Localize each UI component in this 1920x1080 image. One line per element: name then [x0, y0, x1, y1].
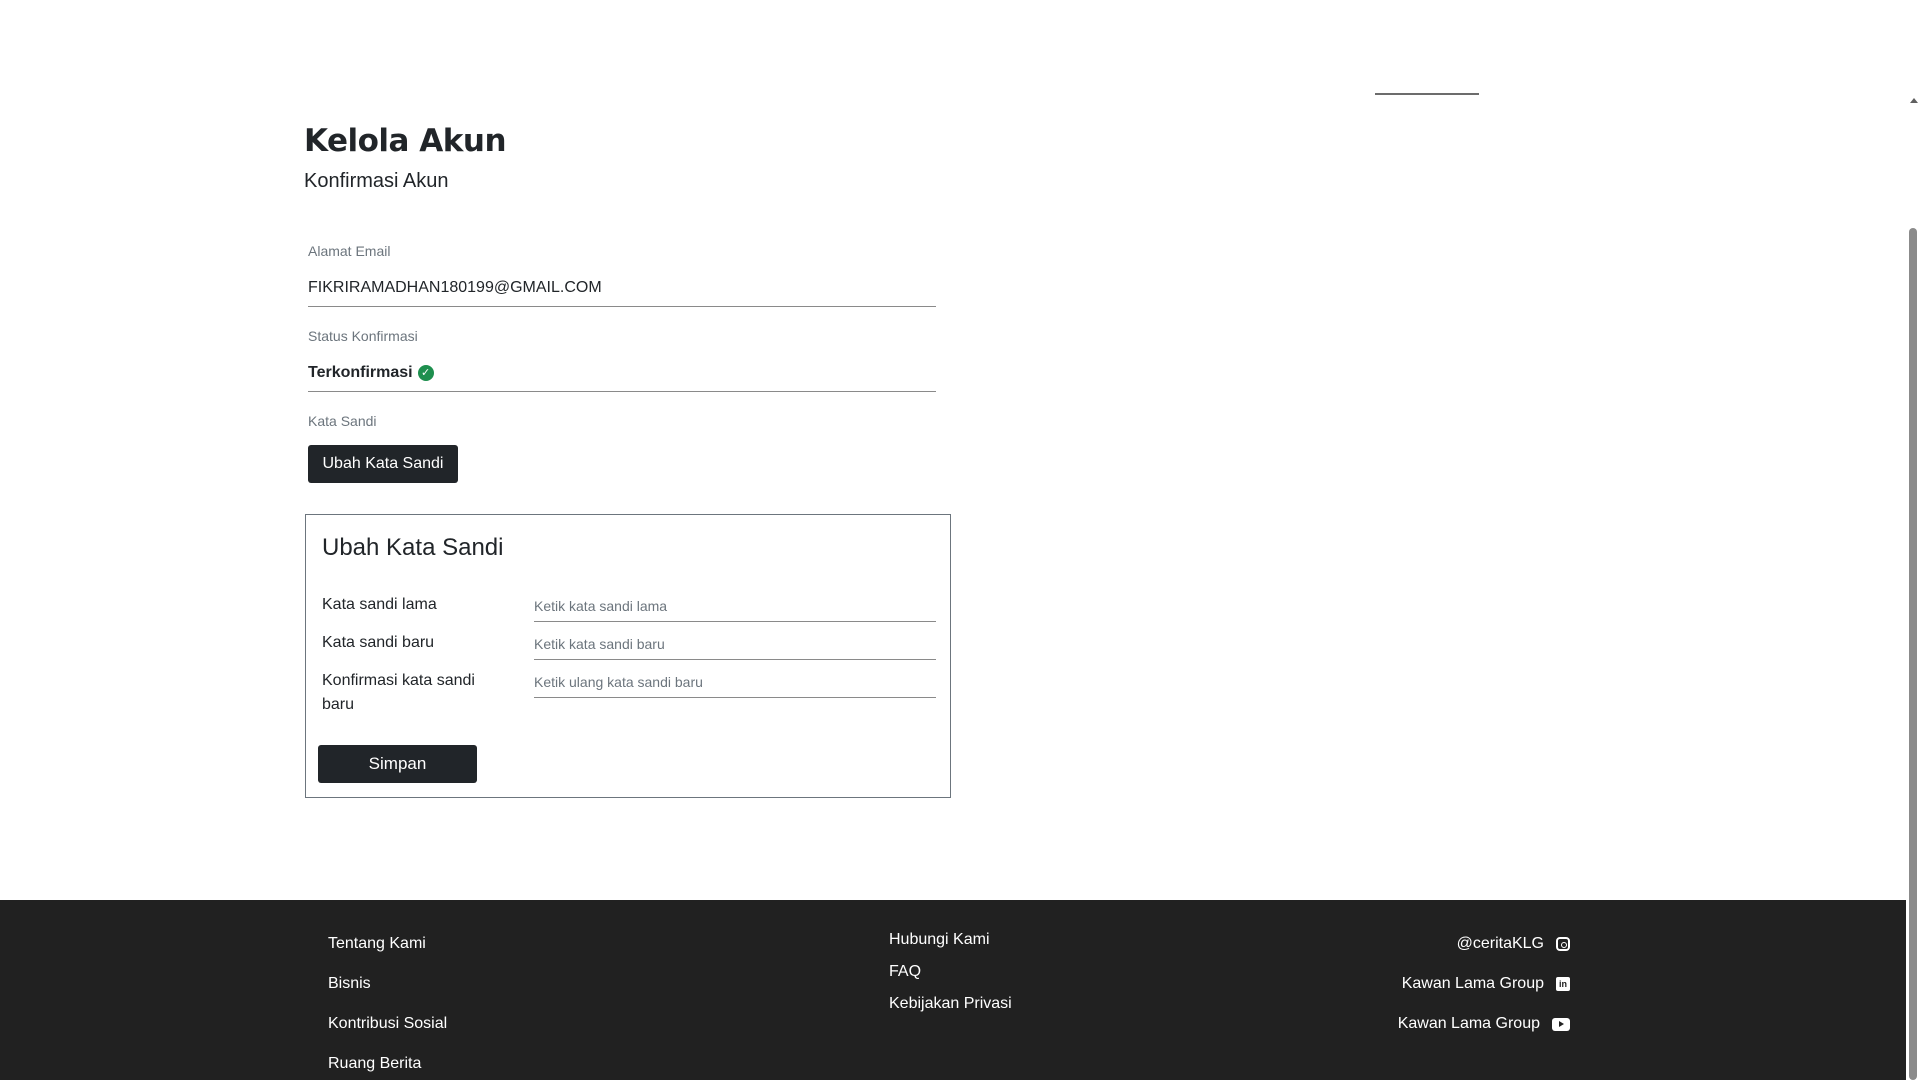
- confirm-password-input[interactable]: [534, 667, 936, 698]
- footer-link-business[interactable]: Bisnis: [328, 974, 447, 994]
- footer-link-instagram[interactable]: @ceritaKLG: [1398, 934, 1570, 954]
- status-text: Terkonfirmasi: [308, 364, 413, 381]
- footer-link-privacy[interactable]: Kebijakan Privasi: [889, 994, 1012, 1014]
- scrollbar-thumb[interactable]: [1909, 228, 1917, 1080]
- new-password-input[interactable]: [534, 629, 936, 660]
- footer-link-about[interactable]: Tentang Kami: [328, 934, 447, 954]
- youtube-label: Kawan Lama Group: [1397, 1015, 1540, 1032]
- linkedin-icon: in: [1556, 977, 1570, 991]
- footer-link-faq[interactable]: FAQ: [889, 962, 1012, 982]
- footer: Tentang Kami Bisnis Kontribusi Sosial Ru…: [0, 900, 1906, 1080]
- linkedin-label: Kawan Lama Group: [1401, 975, 1544, 992]
- header-divider: [1375, 93, 1479, 95]
- footer-link-newsroom[interactable]: Ruang Berita: [328, 1054, 447, 1074]
- page-title: Kelola Akun: [304, 123, 507, 159]
- change-password-button[interactable]: Ubah Kata Sandi: [308, 445, 458, 483]
- scrollbar[interactable]: [1906, 0, 1920, 1080]
- instagram-label: @ceritaKLG: [1456, 935, 1544, 952]
- old-password-label: Kata sandi lama: [322, 596, 437, 613]
- status-label: Status Konfirmasi: [308, 328, 418, 344]
- check-circle-icon: ✓: [417, 365, 434, 381]
- page: Kelola Akun Konfirmasi Akun Alamat Email…: [0, 0, 1920, 1080]
- change-password-title: Ubah Kata Sandi: [322, 534, 504, 561]
- footer-link-social-contribution[interactable]: Kontribusi Sosial: [328, 1014, 447, 1034]
- status-value: Terkonfirmasi ✓: [308, 361, 936, 392]
- page-subtitle: Konfirmasi Akun: [304, 170, 449, 192]
- footer-column-support: Hubungi Kami FAQ Kebijakan Privasi: [889, 930, 1012, 1026]
- save-button[interactable]: Simpan: [318, 745, 477, 783]
- instagram-icon: [1556, 937, 1570, 951]
- scroll-up-icon[interactable]: [1910, 98, 1918, 103]
- status-field: Status Konfirmasi Terkonfirmasi ✓: [308, 327, 936, 392]
- youtube-icon: [1552, 1017, 1570, 1031]
- old-password-input[interactable]: [534, 591, 936, 622]
- new-password-label: Kata sandi baru: [322, 634, 435, 651]
- footer-link-contact[interactable]: Hubungi Kami: [889, 930, 1012, 950]
- email-label: Alamat Email: [308, 243, 391, 259]
- password-label: Kata Sandi: [308, 413, 377, 429]
- account-content: Kelola Akun Konfirmasi Akun Alamat Email…: [304, 118, 1004, 798]
- email-value: FIKRIRAMADHAN180199@GMAIL.COM: [308, 276, 936, 307]
- confirm-password-label: Konfirmasi kata sandi baru: [322, 672, 475, 713]
- email-field: Alamat Email FIKRIRAMADHAN180199@GMAIL.C…: [308, 242, 936, 307]
- footer-link-linkedin[interactable]: Kawan Lama Group in: [1398, 974, 1570, 994]
- password-field: Kata Sandi: [308, 412, 936, 430]
- change-password-panel: Ubah Kata Sandi Kata sandi lama Kata san…: [305, 514, 951, 798]
- footer-column-company: Tentang Kami Bisnis Kontribusi Sosial Ru…: [328, 934, 447, 1080]
- footer-link-youtube[interactable]: Kawan Lama Group: [1398, 1014, 1570, 1034]
- footer-column-social: @ceritaKLG Kawan Lama Group in Kawan Lam…: [1398, 934, 1570, 1054]
